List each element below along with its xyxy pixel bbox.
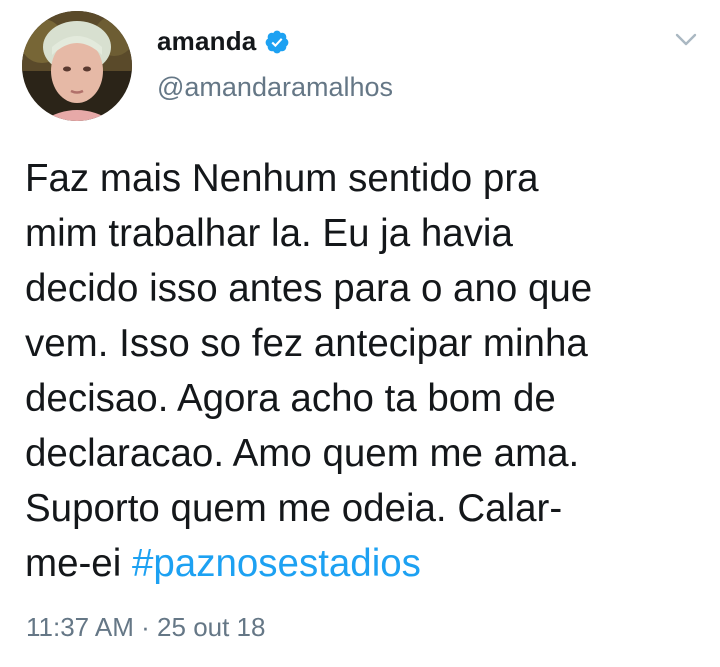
tweet-line-last: me-ei #paznosestadios	[25, 536, 705, 591]
hashtag-link[interactable]: #paznosestadios	[132, 542, 421, 585]
display-name[interactable]: amanda	[157, 26, 256, 57]
tweet-line: decisao. Agora acho ta bom de	[25, 377, 556, 420]
tweet-line: Suporto quem me odeia. Calar-	[25, 487, 563, 530]
tweet-line: vem. Isso so fez antecipar minha	[25, 322, 588, 365]
tweet-line: Faz mais Nenhum sentido pra	[25, 157, 539, 200]
author-handle[interactable]: @amandaramalhos	[157, 72, 393, 103]
tweet-date[interactable]: 25 out 18	[157, 612, 265, 642]
verified-badge-icon	[264, 29, 290, 55]
meta-separator: ·	[133, 612, 158, 642]
tweet-timestamp[interactable]: 11:37 AM · 25 out 18	[26, 612, 265, 643]
chevron-down-icon[interactable]	[672, 30, 700, 50]
tweet-line: decido isso antes para o ano que	[25, 267, 593, 310]
tweet-text: Faz mais Nenhum sentido pra mim trabalha…	[25, 151, 705, 591]
tweet-header: amanda @amandaramalhos	[0, 0, 720, 130]
tweet-line-prefix: me-ei	[25, 542, 132, 585]
author-name-row[interactable]: amanda	[157, 26, 290, 57]
tweet-time[interactable]: 11:37 AM	[26, 612, 134, 642]
profile-photo	[22, 11, 132, 121]
tweet-line: declaracao. Amo quem me ama.	[25, 432, 580, 475]
tweet-line: mim trabalhar la. Eu ja havia	[25, 212, 513, 255]
avatar[interactable]	[22, 11, 132, 121]
